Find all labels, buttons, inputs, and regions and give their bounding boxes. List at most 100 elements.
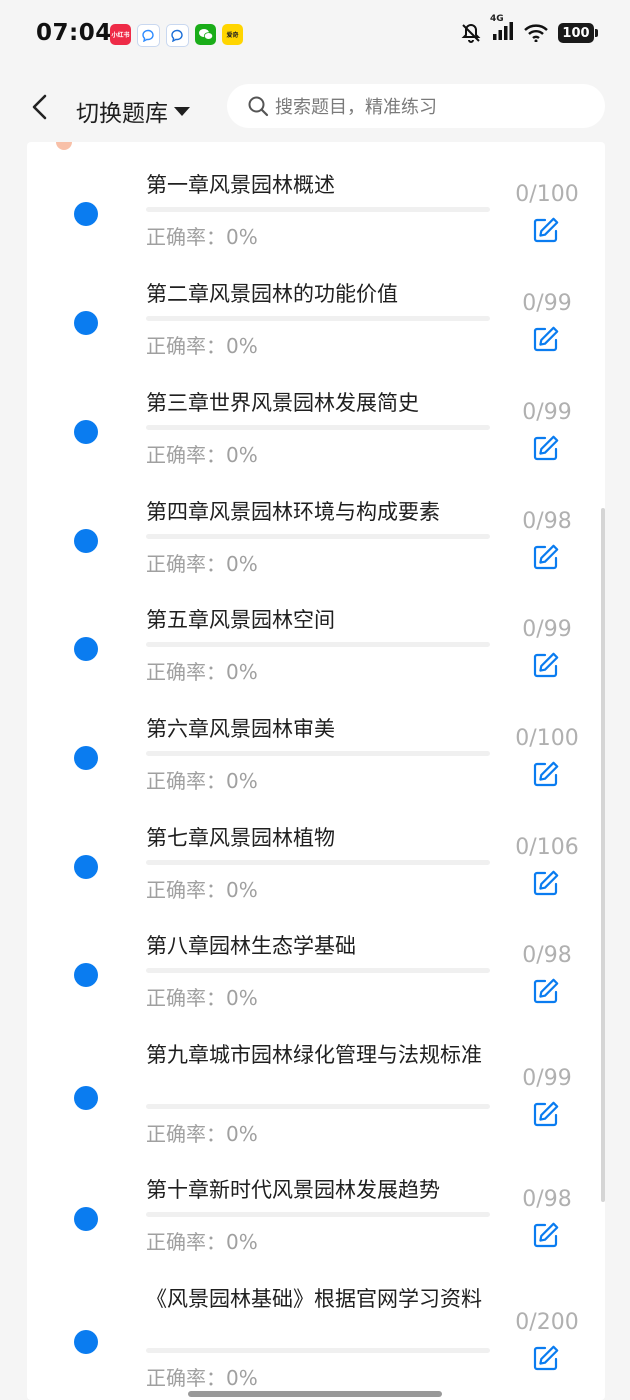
scrollbar[interactable] xyxy=(601,508,605,1202)
chapter-progress-count: 0/100 xyxy=(515,182,579,207)
chapter-status-dot xyxy=(74,1330,98,1354)
home-indicator[interactable] xyxy=(188,1391,442,1397)
search-bar[interactable]: 搜索题目，精准练习 xyxy=(227,84,605,128)
chapter-progress-bar xyxy=(146,425,490,430)
caret-down-icon xyxy=(174,106,190,116)
edit-icon xyxy=(533,761,559,787)
chapter-accuracy: 正确率：0% xyxy=(146,334,258,358)
edit-icon xyxy=(533,217,559,243)
chapter-progress-count: 0/99 xyxy=(522,1066,572,1091)
chapter-progress-bar xyxy=(146,316,490,321)
wifi-icon xyxy=(524,24,548,42)
chapter-status-dot xyxy=(74,963,98,987)
chapter-title: 第九章城市园林绿化管理与法规标准 xyxy=(146,1043,482,1067)
chapter-progress-bar xyxy=(146,1104,490,1109)
edit-icon xyxy=(533,1345,559,1371)
edit-icon xyxy=(533,870,559,896)
chat-bubble-icon xyxy=(166,24,189,47)
edit-icon xyxy=(533,326,559,352)
edit-practice-button[interactable] xyxy=(532,1100,560,1128)
chapter-title: 第三章世界风景园林发展简史 xyxy=(146,391,419,415)
chapter-progress-count: 0/98 xyxy=(522,1187,572,1212)
chat-bubble-icon xyxy=(137,24,160,47)
chapter-accuracy: 正确率：0% xyxy=(146,1122,258,1146)
chapter-title: 第七章风景园林植物 xyxy=(146,826,335,850)
chapter-title: 《风景园林基础》根据官网学习资料 xyxy=(146,1287,482,1311)
chapter-status-dot xyxy=(74,529,98,553)
chapter-status-dot xyxy=(74,1207,98,1231)
app-notification-icon: 爱奇 xyxy=(222,24,243,45)
notification-icons: 小红书 爱奇 xyxy=(110,24,243,47)
search-placeholder: 搜索题目，精准练习 xyxy=(275,97,437,118)
chapter-progress-bar xyxy=(146,642,490,647)
mute-bell-icon xyxy=(461,23,481,43)
top-nav: 切换题库 搜索题目，精准练习 xyxy=(0,70,630,142)
chapter-accuracy: 正确率：0% xyxy=(146,660,258,684)
status-indicators: 4G 100 xyxy=(460,14,598,44)
search-icon xyxy=(248,96,269,117)
chapter-status-dot xyxy=(74,202,98,226)
edit-practice-button[interactable] xyxy=(532,1221,560,1249)
edit-practice-button[interactable] xyxy=(532,325,560,353)
edit-icon xyxy=(533,652,559,678)
chapter-progress-count: 0/99 xyxy=(522,400,572,425)
chapter-progress-count: 0/106 xyxy=(515,835,579,860)
edit-icon xyxy=(533,1222,559,1248)
chapter-progress-bar xyxy=(146,751,490,756)
chapter-status-dot xyxy=(74,855,98,879)
chapter-progress-bar xyxy=(146,1212,490,1217)
chapter-progress-bar xyxy=(146,534,490,539)
chapter-progress-count: 0/200 xyxy=(515,1310,579,1335)
chapter-accuracy: 正确率：0% xyxy=(146,986,258,1010)
chapter-status-dot xyxy=(74,311,98,335)
edit-practice-button[interactable] xyxy=(532,760,560,788)
chapter-progress-count: 0/98 xyxy=(522,509,572,534)
edit-practice-button[interactable] xyxy=(532,651,560,679)
back-button[interactable] xyxy=(26,90,56,124)
edit-icon xyxy=(533,1101,559,1127)
chapter-accuracy: 正确率：0% xyxy=(146,225,258,249)
xiaohongshu-icon: 小红书 xyxy=(110,24,131,45)
chapter-title: 第二章风景园林的功能价值 xyxy=(146,282,398,306)
status-time: 07:04 xyxy=(36,20,112,46)
wechat-icon xyxy=(195,24,216,45)
chapter-status-dot xyxy=(74,637,98,661)
edit-practice-button[interactable] xyxy=(532,216,560,244)
chapter-accuracy: 正确率：0% xyxy=(146,443,258,467)
chapter-accuracy: 正确率：0% xyxy=(146,769,258,793)
battery-indicator: 100 xyxy=(558,23,598,43)
chapter-progress-bar xyxy=(146,207,490,212)
chapter-progress-count: 0/100 xyxy=(515,726,579,751)
edit-practice-button[interactable] xyxy=(532,434,560,462)
edit-icon xyxy=(533,544,559,570)
chapter-progress-bar xyxy=(146,968,490,973)
status-bar: 07:04 小红书 爱奇 4G 100 xyxy=(0,0,630,68)
chapter-accuracy: 正确率：0% xyxy=(146,1366,258,1390)
edit-practice-button[interactable] xyxy=(532,869,560,897)
chapter-title: 第一章风景园林概述 xyxy=(146,173,335,197)
chapter-progress-count: 0/99 xyxy=(522,617,572,642)
chapter-progress-bar xyxy=(146,1348,490,1353)
edit-practice-button[interactable] xyxy=(532,543,560,571)
chapter-progress-bar xyxy=(146,860,490,865)
cellular-signal-icon: 4G xyxy=(490,14,514,44)
chapter-title: 第五章风景园林空间 xyxy=(146,608,335,632)
chapter-title: 第四章风景园林环境与构成要素 xyxy=(146,500,440,524)
chapter-accuracy: 正确率：0% xyxy=(146,1230,258,1254)
edit-practice-button[interactable] xyxy=(532,977,560,1005)
chapter-title: 第十章新时代风景园林发展趋势 xyxy=(146,1178,440,1202)
chapter-status-dot xyxy=(74,746,98,770)
chapter-progress-count: 0/99 xyxy=(522,291,572,316)
edit-practice-button[interactable] xyxy=(532,1344,560,1372)
chapter-accuracy: 正确率：0% xyxy=(146,552,258,576)
chapter-status-dot xyxy=(74,420,98,444)
chevron-left-icon xyxy=(32,94,47,120)
chapter-title: 第六章风景园林审美 xyxy=(146,717,335,741)
chapter-title: 第八章园林生态学基础 xyxy=(146,934,356,958)
switch-bank-label: 切换题库 xyxy=(76,101,168,127)
chapter-status-dot xyxy=(74,1086,98,1110)
network-type: 4G xyxy=(490,14,504,24)
edit-icon xyxy=(533,435,559,461)
edit-icon xyxy=(533,978,559,1004)
switch-question-bank-button[interactable]: 切换题库 xyxy=(76,94,190,128)
